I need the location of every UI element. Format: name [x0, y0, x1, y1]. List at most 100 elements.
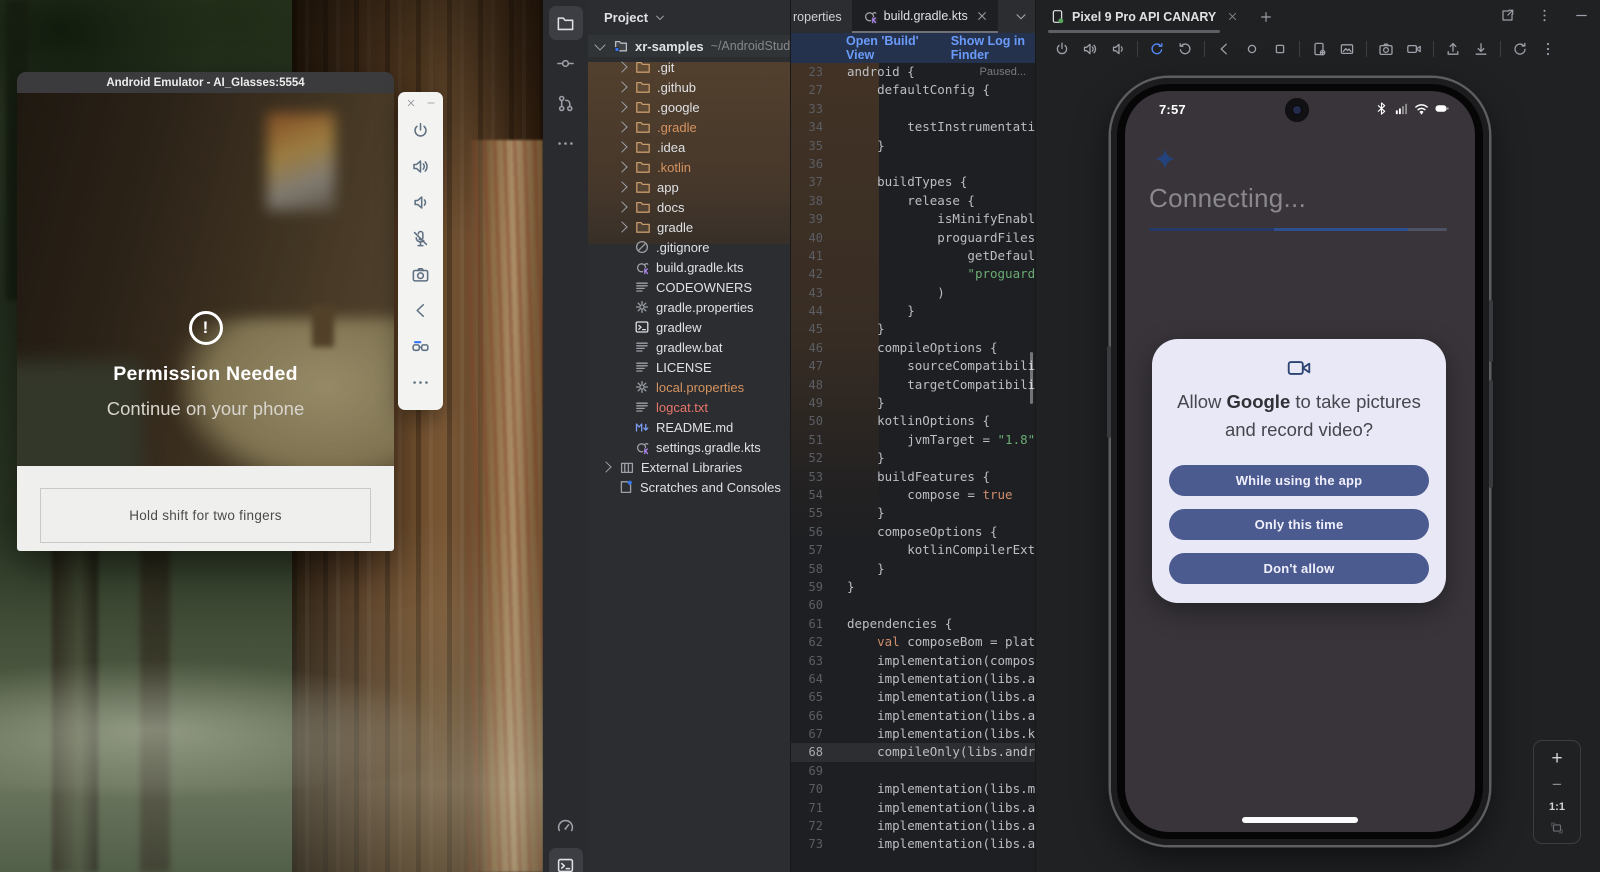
- mic-off-button[interactable]: [406, 220, 436, 256]
- chevron-right-icon[interactable]: [616, 61, 627, 72]
- code-line-66[interactable]: 66 implementation(libs.andr: [791, 707, 1036, 725]
- tree-item-gradle[interactable]: .gradle: [588, 117, 790, 137]
- code-line-51[interactable]: 51 jvmTarget = "1.8": [791, 431, 1036, 449]
- tree-item-license[interactable]: LICENSE: [588, 357, 790, 377]
- code-line-71[interactable]: 71 implementation(libs.andr: [791, 799, 1036, 817]
- chevron-right-icon[interactable]: [616, 201, 627, 212]
- chevron-right-icon[interactable]: [616, 141, 627, 152]
- volume-up-button[interactable]: [406, 148, 436, 184]
- code-line-38[interactable]: 38 release {: [791, 192, 1036, 210]
- screenshot-button[interactable]: [1374, 37, 1398, 61]
- code-line-58[interactable]: 58 }: [791, 560, 1036, 578]
- tree-item-git[interactable]: .git: [588, 57, 790, 77]
- download-button[interactable]: [1469, 37, 1493, 61]
- tab-properties[interactable]: roperties: [791, 0, 852, 33]
- project-tool-button[interactable]: [549, 6, 583, 40]
- code-line-61[interactable]: 61dependencies {: [791, 615, 1036, 633]
- code-line-42[interactable]: 42 "proguard-ru: [791, 265, 1036, 283]
- tree-item-gradlew-bat[interactable]: gradlew.bat: [588, 337, 790, 357]
- panel-options-icon[interactable]: [1537, 8, 1552, 23]
- pull-requests-tool-button[interactable]: [549, 86, 583, 120]
- code-line-73[interactable]: 73 implementation(libs.andr: [791, 835, 1036, 853]
- code-line-47[interactable]: 47 sourceCompatibility: [791, 357, 1036, 375]
- zoom-actual-size-button[interactable]: 1:1: [1549, 801, 1565, 813]
- code-line-67[interactable]: 67 implementation(libs.kotl: [791, 725, 1036, 743]
- open-in-window-icon[interactable]: [1500, 8, 1515, 23]
- code-line-35[interactable]: 35 }: [791, 137, 1036, 155]
- code-line-56[interactable]: 56 composeOptions {: [791, 523, 1036, 541]
- phone-screen[interactable]: 7:57 Connecting... Allow Googl: [1125, 91, 1475, 832]
- code-line-63[interactable]: 63 implementation(composeBo: [791, 652, 1036, 670]
- tree-item-local-properties[interactable]: local.properties: [588, 377, 790, 397]
- zoom-fit-icon[interactable]: [1550, 821, 1564, 835]
- home-indicator[interactable]: [1242, 817, 1358, 823]
- screen-record-button[interactable]: [1402, 37, 1426, 61]
- code-line-50[interactable]: 50 kotlinOptions {: [791, 412, 1036, 430]
- more-button[interactable]: [406, 364, 436, 400]
- tree-item-external-libraries[interactable]: External Libraries: [588, 457, 790, 477]
- tree-item-docs[interactable]: docs: [588, 197, 790, 217]
- tree-item-idea[interactable]: .idea: [588, 137, 790, 157]
- terminal-tool-button[interactable]: [549, 848, 583, 872]
- code-line-46[interactable]: 46 compileOptions {: [791, 339, 1036, 357]
- dialog-button-don-t-allow[interactable]: Don't allow: [1169, 553, 1429, 584]
- emulator-screen[interactable]: ! Permission Needed Continue on your pho…: [17, 93, 394, 466]
- tree-item-github[interactable]: .github: [588, 77, 790, 97]
- zoom-out-button[interactable]: −: [1552, 776, 1562, 793]
- tree-item-logcat-txt[interactable]: logcat.txt: [588, 397, 790, 417]
- close-icon[interactable]: [406, 98, 416, 108]
- rotate-left-button[interactable]: [1145, 37, 1169, 61]
- minimize-icon[interactable]: [426, 98, 436, 108]
- tree-item-codeowners[interactable]: CODEOWNERS: [588, 277, 790, 297]
- xr-glasses-button[interactable]: [406, 328, 436, 364]
- code-line-59[interactable]: 59}: [791, 578, 1036, 596]
- code-line-64[interactable]: 64 implementation(libs.andr: [791, 670, 1036, 688]
- android-overview-button[interactable]: [1268, 37, 1292, 61]
- code-line-65[interactable]: 65 implementation(libs.andr: [791, 688, 1036, 706]
- tree-item-gradlew[interactable]: gradlew: [588, 317, 790, 337]
- code-line-34[interactable]: 34 testInstrumentationR: [791, 118, 1036, 136]
- zoom-in-button[interactable]: +: [1551, 749, 1562, 768]
- code-line-36[interactable]: 36: [791, 155, 1036, 173]
- power-button[interactable]: [406, 112, 436, 148]
- code-line-62[interactable]: 62 val composeBom = platfor: [791, 633, 1036, 651]
- code-line-53[interactable]: 53 buildFeatures {: [791, 468, 1036, 486]
- code-line-55[interactable]: 55 }: [791, 504, 1036, 522]
- code-line-41[interactable]: 41 getDefaultPr: [791, 247, 1036, 265]
- back-button[interactable]: [406, 292, 436, 328]
- tree-item-gradle[interactable]: gradle: [588, 217, 790, 237]
- code-line-39[interactable]: 39 isMinifyEnabled: [791, 210, 1036, 228]
- code-line-48[interactable]: 48 targetCompatibility: [791, 376, 1036, 394]
- hide-panel-icon[interactable]: [1574, 8, 1589, 23]
- chevron-right-icon[interactable]: [616, 81, 627, 92]
- device-settings-button[interactable]: [1307, 37, 1331, 61]
- add-device-tab-icon[interactable]: [1259, 10, 1273, 24]
- tree-item-readme-md[interactable]: README.md: [588, 417, 790, 437]
- commit-tool-button[interactable]: [549, 46, 583, 80]
- code-line-72[interactable]: 72 implementation(libs.andr: [791, 817, 1036, 835]
- code-line-68[interactable]: 68 compileOnly(libs.android: [791, 743, 1036, 761]
- code-line-37[interactable]: 37 buildTypes {: [791, 173, 1036, 191]
- rotate-right-button[interactable]: [1173, 37, 1197, 61]
- code-area[interactable]: 23android {27 defaultConfig {3334 testIn…: [791, 63, 1036, 854]
- tree-item-google[interactable]: .google: [588, 97, 790, 117]
- snapshot-button[interactable]: [1335, 37, 1359, 61]
- code-line-52[interactable]: 52 }: [791, 449, 1036, 467]
- tree-item-build-gradle-kts[interactable]: build.gradle.kts: [588, 257, 790, 277]
- emulator-title-bar[interactable]: Android Emulator - AI_Glasses:5554: [17, 72, 394, 93]
- tab-build-gradle-kts[interactable]: build.gradle.kts: [852, 0, 998, 33]
- camera-button[interactable]: [406, 256, 436, 292]
- chevron-right-icon[interactable]: [616, 161, 627, 172]
- chevron-right-icon[interactable]: [600, 461, 611, 472]
- tree-item-settings-gradle-kts[interactable]: settings.gradle.kts: [588, 437, 790, 457]
- hidden-tabs-chevron-icon[interactable]: [1014, 10, 1028, 24]
- tree-item-gradle-properties[interactable]: gradle.properties: [588, 297, 790, 317]
- android-back-button[interactable]: [1212, 37, 1236, 61]
- code-line-54[interactable]: 54 compose = true: [791, 486, 1036, 504]
- chevron-expanded-icon[interactable]: [594, 39, 605, 50]
- device-tab-close-icon[interactable]: [1227, 11, 1238, 22]
- code-line-27[interactable]: 27 defaultConfig {: [791, 81, 1036, 99]
- dialog-button-while-using-the-app[interactable]: While using the app: [1169, 465, 1429, 496]
- chevron-right-icon[interactable]: [616, 101, 627, 112]
- code-line-33[interactable]: 33: [791, 100, 1036, 118]
